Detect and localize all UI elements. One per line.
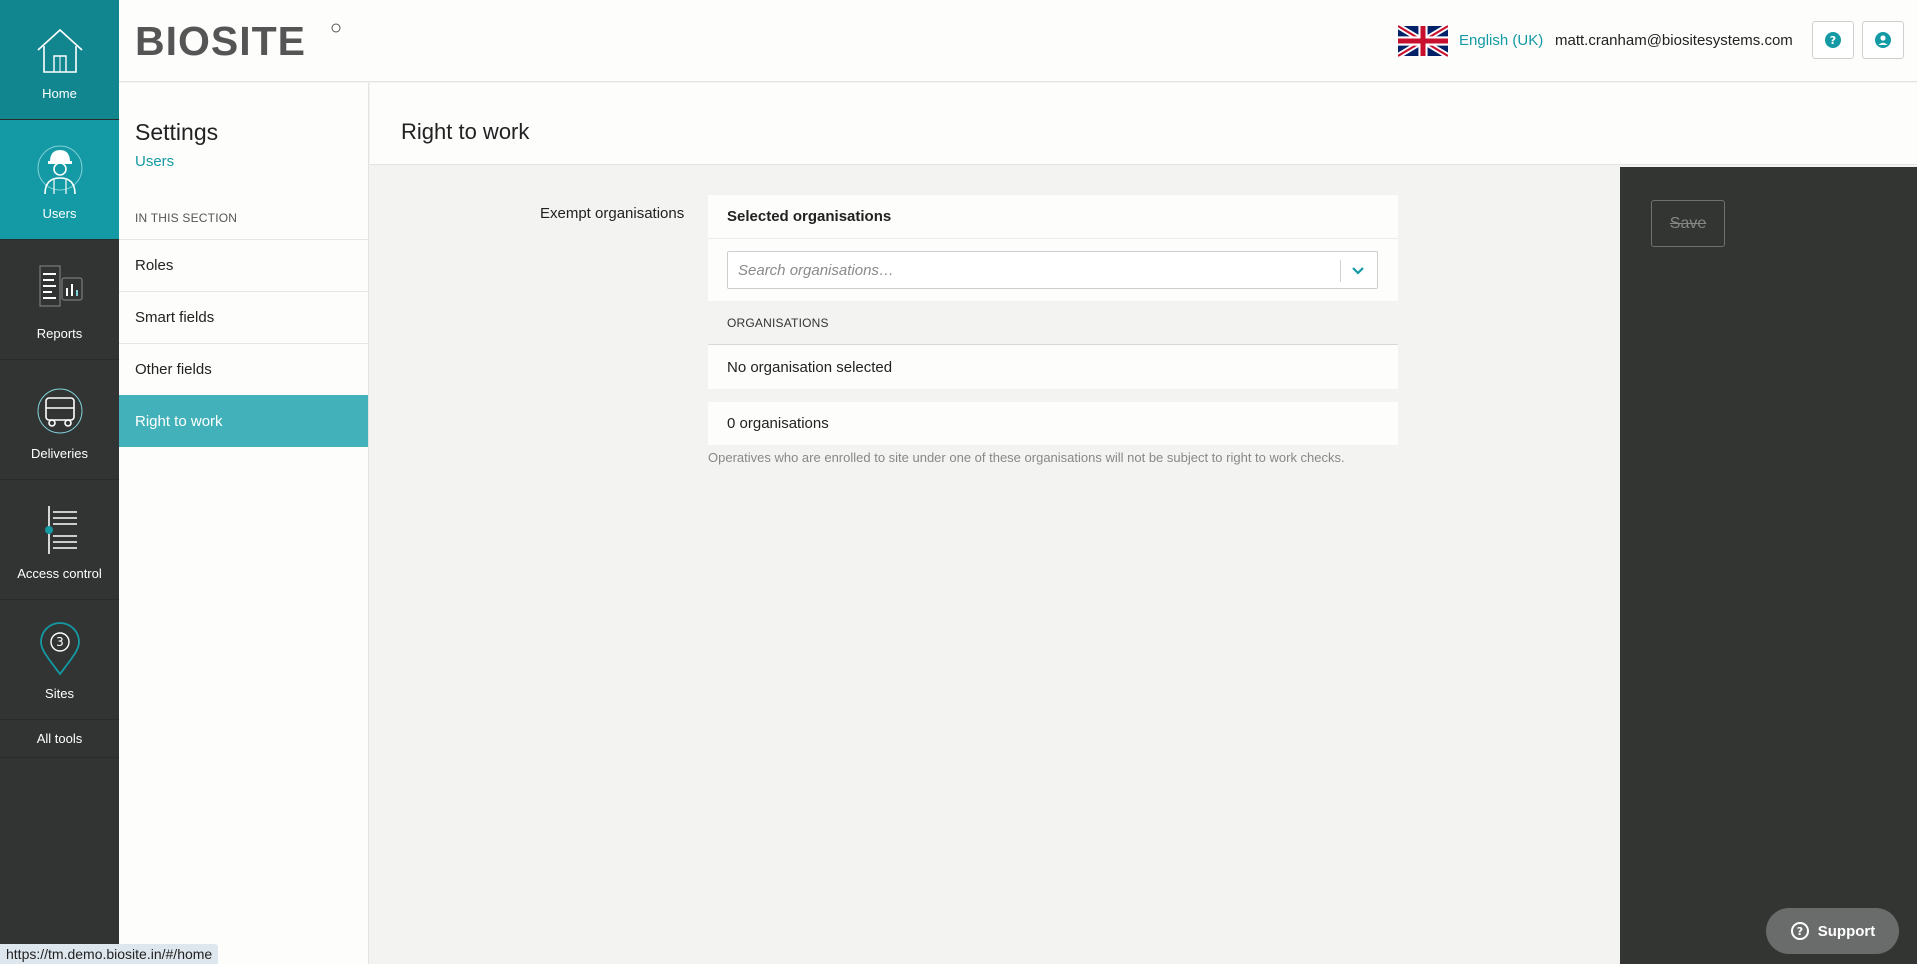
page-header: Right to work: [370, 83, 1917, 165]
uk-flag-icon[interactable]: [1398, 24, 1448, 58]
account-button[interactable]: [1862, 21, 1904, 59]
organisations-empty-state: No organisation selected: [727, 358, 893, 376]
nav-label: Deliveries: [30, 446, 89, 461]
action-panel: Save ? Support: [1620, 167, 1917, 964]
organisation-search-input[interactable]: [728, 252, 1328, 288]
nav-label: Reports: [36, 326, 83, 341]
turnstile-icon: [44, 506, 77, 554]
settings-sidebar: Settings Users IN THIS SECTION Roles Sma…: [119, 83, 369, 964]
user-circle-icon: [1875, 32, 1891, 48]
nav-home[interactable]: Home: [0, 0, 119, 120]
svg-text:3: 3: [56, 635, 64, 649]
nav-label: Users: [42, 206, 77, 221]
svg-text:?: ?: [1797, 925, 1803, 938]
search-wrapper: [708, 239, 1398, 301]
page-title: Right to work: [401, 119, 530, 144]
svg-text:?: ?: [1830, 34, 1836, 47]
sidebar-title: Settings: [135, 119, 219, 145]
organisations-list-header: ORGANISATIONS: [708, 301, 1398, 345]
worker-icon: [37, 145, 82, 195]
sidebar-subtitle-link[interactable]: Users: [135, 153, 174, 170]
nav-deliveries[interactable]: Deliveries: [0, 360, 119, 480]
save-button[interactable]: Save: [1651, 200, 1725, 247]
nav-access-control[interactable]: Access control: [0, 480, 119, 600]
dropdown-toggle[interactable]: [1347, 260, 1369, 282]
language-selector[interactable]: English (UK): [1459, 32, 1543, 49]
organisation-search-select[interactable]: [727, 251, 1378, 289]
organisations-count: 0 organisations: [708, 402, 1398, 445]
nav-label: Access control: [17, 566, 102, 581]
question-bubble-icon: ?: [1790, 922, 1809, 940]
nav-label: Sites: [45, 686, 74, 701]
exempt-hint-text: Operatives who are enrolled to site unde…: [708, 450, 1345, 465]
search-divider: [1340, 260, 1341, 282]
nav-all-tools[interactable]: All tools: [0, 720, 119, 758]
sidebar-menu: Roles Smart fields Other fields Right to…: [119, 239, 368, 447]
nav-sites[interactable]: 3 Sites: [0, 600, 119, 720]
home-icon: [36, 28, 83, 73]
question-circle-icon: ?: [1825, 32, 1841, 48]
top-header: BIOSITE English (UK) matt.cranham@biosit…: [119, 0, 1917, 82]
user-email: matt.cranham@biositesystems.com: [1555, 32, 1793, 49]
sidebar-item-right-to-work[interactable]: Right to work: [119, 395, 368, 447]
sidebar-item-other-fields[interactable]: Other fields: [119, 343, 368, 395]
chevron-down-icon: [1352, 267, 1364, 275]
support-label: Support: [1817, 922, 1876, 940]
biosite-logo[interactable]: BIOSITE: [135, 18, 345, 65]
nav-reports[interactable]: Reports: [0, 240, 119, 360]
map-pin-icon: 3: [39, 622, 80, 676]
reports-icon: [39, 265, 82, 307]
card-title: Selected organisations: [708, 195, 1398, 239]
truck-icon: [37, 388, 82, 434]
main-nav-rail: Home Users Reports Deliveries Access con…: [0, 0, 119, 964]
support-button[interactable]: ? Support: [1766, 908, 1899, 954]
logo-text: BIOSITE: [135, 20, 306, 60]
nav-users[interactable]: Users: [0, 120, 119, 240]
section-label: IN THIS SECTION: [135, 211, 238, 225]
exempt-organisations-label: Exempt organisations: [540, 205, 685, 222]
sidebar-item-roles[interactable]: Roles: [119, 239, 368, 291]
help-button[interactable]: ?: [1812, 21, 1854, 59]
selected-organisations-card: Selected organisations ORGANISATIONS No …: [708, 195, 1398, 389]
status-bar-url: https://tm.demo.biosite.in/#/home: [0, 944, 219, 964]
sidebar-item-smart-fields[interactable]: Smart fields: [119, 291, 368, 343]
nav-label: Home: [42, 86, 77, 101]
